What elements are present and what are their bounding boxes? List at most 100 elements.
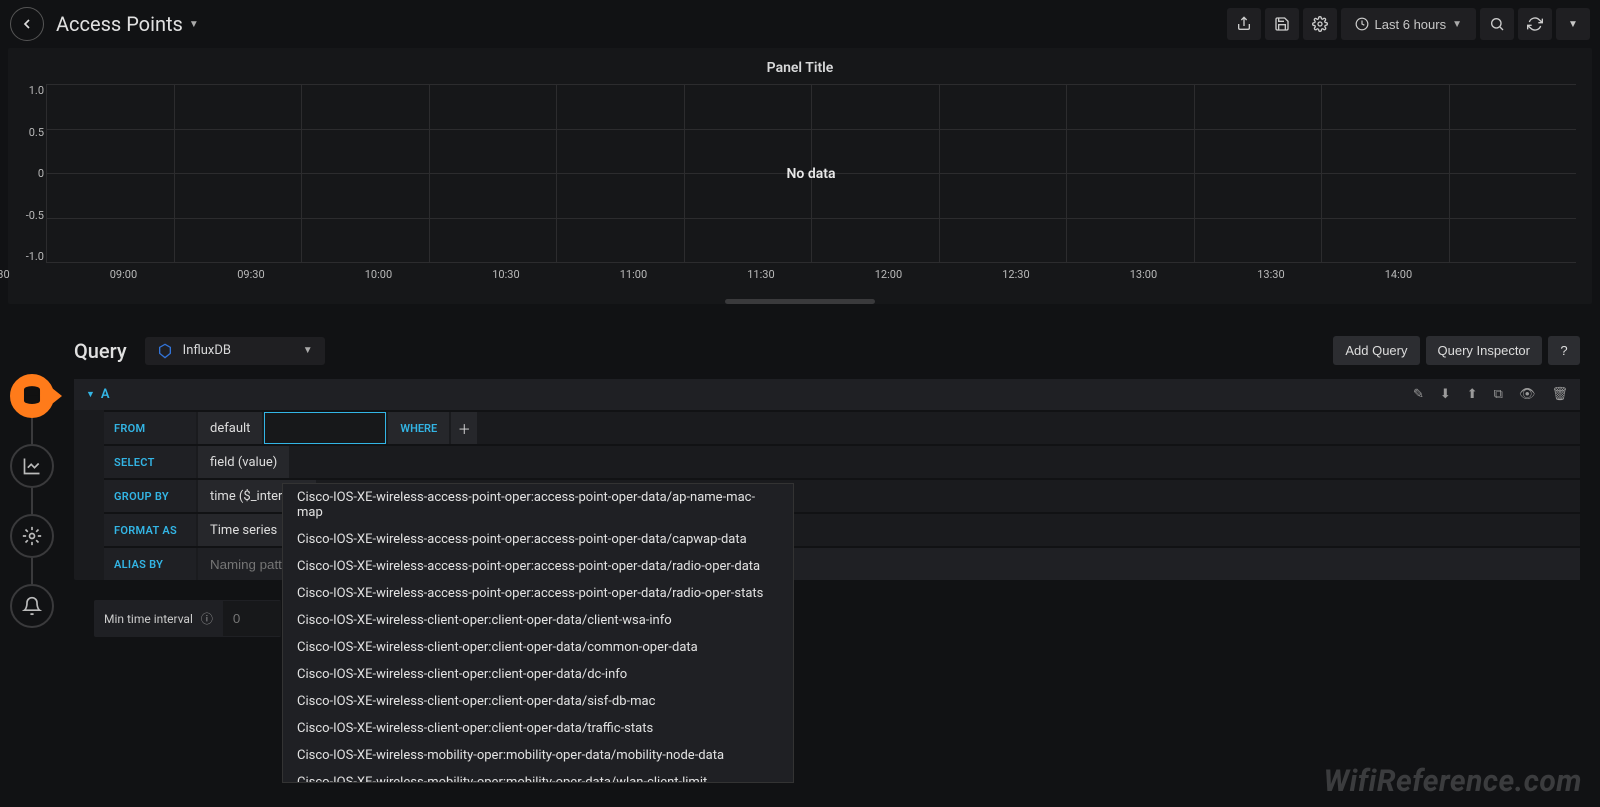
refresh-button[interactable] [1518,8,1552,40]
chart[interactable]: 1.0 0.5 0 -0.5 -1.0 No data 08:30 09:00 … [46,84,1576,279]
dropdown-item[interactable]: Cisco-IOS-XE-wireless-client-oper:client… [283,607,793,634]
select-label: SELECT [104,446,196,478]
influxdb-icon [157,343,173,359]
x-tick: 12:30 [1002,268,1130,281]
formatas-label: FORMAT AS [104,514,196,546]
x-tick: 10:00 [365,268,493,281]
measurement-input[interactable] [264,412,386,444]
clock-icon [1355,17,1369,31]
back-button[interactable] [10,7,44,41]
from-row: FROM default WHERE ＋ [104,410,1580,444]
dropdown-item[interactable]: Cisco-IOS-XE-wireless-client-oper:client… [283,715,793,742]
toggle-visibility-icon[interactable]: 👁 [1519,387,1536,402]
x-tick: 09:30 [237,268,365,281]
retention-policy[interactable]: default [198,412,262,444]
min-interval-label: Min time interval [104,612,193,626]
dropdown-item[interactable]: Cisco-IOS-XE-wireless-client-oper:client… [283,688,793,715]
dropdown-item[interactable]: Cisco-IOS-XE-wireless-mobility-oper:mobi… [283,769,793,783]
refresh-interval-button[interactable]: ▼ [1556,8,1590,40]
add-query-button[interactable]: Add Query [1333,336,1419,365]
chevron-down-icon: ▼ [1452,19,1462,30]
editor-header: Query InfluxDB ▼ Add Query Query Inspect… [74,336,1580,365]
x-tick: 13:30 [1257,268,1385,281]
editor-side-tabs [10,374,54,628]
page-title[interactable]: Access Points ▼ [56,12,199,36]
time-picker[interactable]: Last 6 hours ▼ [1341,8,1476,40]
aliasby-label: ALIAS BY [104,548,196,580]
watermark: WifiReference.com [1324,764,1582,799]
x-tick: 09:00 [110,268,238,281]
no-data-label: No data [787,166,836,182]
dropdown-item[interactable]: Cisco-IOS-XE-wireless-access-point-oper:… [283,580,793,607]
min-time-interval: Min time interval ⓘ [94,600,281,637]
page-title-text: Access Points [56,12,183,36]
chevron-down-icon: ▼ [86,389,95,400]
datasource-selector[interactable]: InfluxDB ▼ [145,337,325,365]
datasource-name: InfluxDB [183,343,231,358]
save-button[interactable] [1265,8,1299,40]
database-icon [21,385,43,407]
editor-title: Query [74,339,127,363]
x-tick: 11:00 [620,268,748,281]
help-button[interactable]: ? [1548,336,1580,365]
dropdown-item[interactable]: Cisco-IOS-XE-wireless-access-point-oper:… [283,484,793,526]
min-interval-input[interactable] [223,601,281,636]
dropdown-item[interactable]: Cisco-IOS-XE-wireless-client-oper:client… [283,634,793,661]
from-label: FROM [104,412,196,444]
tab-general[interactable] [10,514,54,558]
y-tick: 0 [22,167,44,180]
select-row: SELECT field (value) [104,444,1580,478]
dropdown-item[interactable]: Cisco-IOS-XE-wireless-client-oper:client… [283,661,793,688]
x-tick: 12:00 [875,268,1003,281]
edit-icon[interactable]: ✎ [1413,387,1424,402]
bell-icon [22,596,42,616]
chevron-down-icon: ▼ [1568,19,1578,30]
tab-query[interactable] [10,374,54,418]
zoom-out-button[interactable] [1480,8,1514,40]
settings-button[interactable] [1303,8,1337,40]
share-button[interactable] [1227,8,1261,40]
y-axis-ticks: 1.0 0.5 0 -0.5 -1.0 [22,84,44,263]
formatas-value[interactable]: Time series [198,514,289,546]
chevron-down-icon: ▼ [303,345,313,356]
duplicate-icon[interactable]: ⧉ [1494,387,1503,402]
y-tick: 1.0 [22,84,44,97]
arrow-left-icon [19,16,35,32]
x-tick: 11:30 [747,268,875,281]
groupby-label: GROUP BY [104,480,196,512]
move-down-icon[interactable]: ⬇ [1440,387,1451,402]
panel: Panel Title 1.0 0.5 0 -0.5 -1.0 No data … [8,48,1592,304]
x-axis-ticks: 08:30 09:00 09:30 10:00 10:30 11:00 11:3… [46,268,1576,281]
share-icon [1236,16,1252,32]
y-tick: 0.5 [22,126,44,139]
query-inspector-button[interactable]: Query Inspector [1426,336,1543,365]
gear-icon [1312,16,1328,32]
chevron-down-icon: ▼ [189,19,199,30]
query-header[interactable]: ▼ A ✎ ⬇ ⬆ ⧉ 👁 🗑 [74,379,1580,410]
add-where-button[interactable]: ＋ [451,412,477,444]
dropdown-item[interactable]: Cisco-IOS-XE-wireless-access-point-oper:… [283,526,793,553]
time-range-text: Last 6 hours [1375,17,1447,32]
refresh-icon [1527,16,1543,32]
x-tick: 14:00 [1385,268,1513,281]
tab-visualization[interactable] [10,444,54,488]
move-up-icon[interactable]: ⬆ [1467,387,1478,402]
select-field[interactable]: field (value) [198,446,289,478]
x-tick: 13:00 [1130,268,1258,281]
info-icon[interactable]: ⓘ [201,610,213,627]
gear-icon [22,526,42,546]
where-label: WHERE [388,412,449,444]
scrollbar[interactable] [725,299,875,304]
search-icon [1489,16,1505,32]
chart-icon [22,456,42,476]
x-tick: 10:30 [492,268,620,281]
save-icon [1274,16,1290,32]
topbar: Access Points ▼ Last 6 hours ▼ ▼ [0,0,1600,48]
query-letter-text: A [101,387,110,402]
query-tools: ✎ ⬇ ⬆ ⧉ 👁 🗑 [1413,387,1568,402]
dropdown-item[interactable]: Cisco-IOS-XE-wireless-mobility-oper:mobi… [283,742,793,769]
delete-icon[interactable]: 🗑 [1551,387,1568,402]
x-tick: 08:30 [0,268,110,281]
dropdown-item[interactable]: Cisco-IOS-XE-wireless-access-point-oper:… [283,553,793,580]
tab-alert[interactable] [10,584,54,628]
